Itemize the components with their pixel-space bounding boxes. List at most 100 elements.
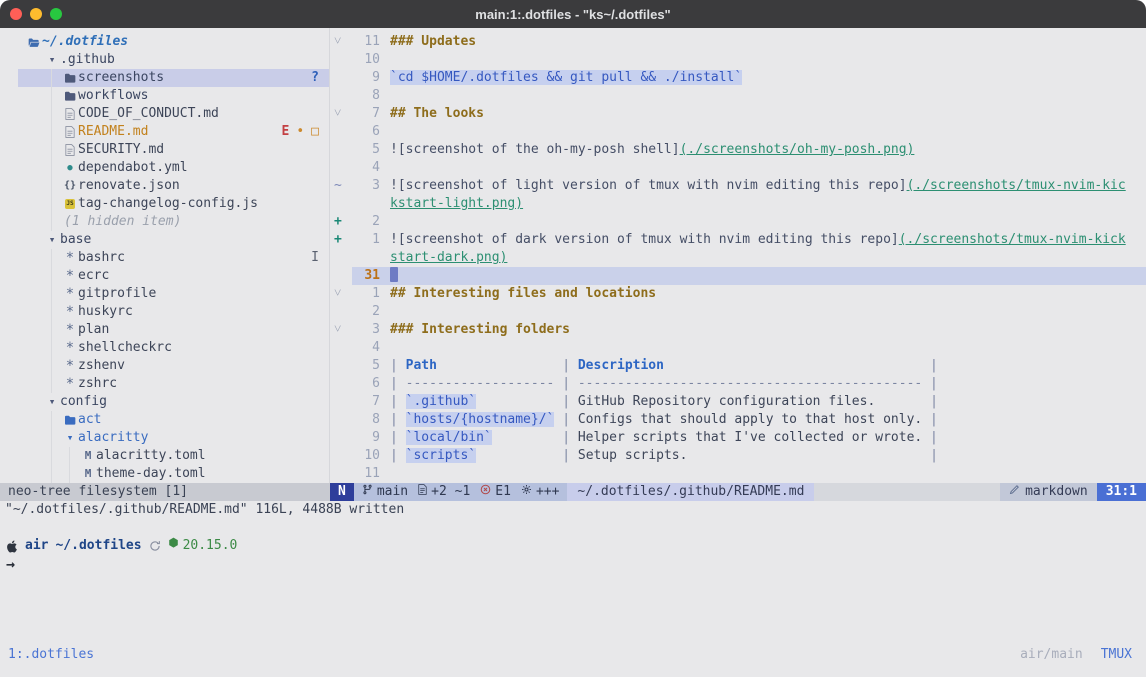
editor-line-4[interactable]: 4: [330, 159, 1146, 177]
sign-column: [330, 465, 352, 483]
line-number: 9: [352, 429, 380, 447]
editor-line-6[interactable]: 6: [330, 123, 1146, 141]
line-number: 3: [352, 321, 380, 339]
line-number: 11: [352, 33, 380, 51]
tree-item-alacritty-toml[interactable]: Malacritty.toml: [0, 447, 329, 465]
editor-line-3[interactable]: ˅3### Interesting folders: [330, 321, 1146, 339]
tree-item-zshenv[interactable]: *zshenv: [0, 357, 329, 375]
tree-item-theme-day-toml[interactable]: Mtheme-day.toml: [0, 465, 329, 483]
editor-line-11[interactable]: ˅11 ### Updates: [330, 33, 1146, 51]
tree-item-base[interactable]: ▾base: [0, 231, 329, 249]
tree-item-dotfiles[interactable]: ~/.dotfiles: [0, 33, 329, 51]
editor-line-9[interactable]: 9`cd $HOME/.dotfiles && git pull && ./in…: [330, 69, 1146, 87]
neo-tree-panel: ~/.dotfiles▾.githubscreenshots?workflows…: [0, 28, 330, 483]
editor-line-5[interactable]: 5| Path | Description |: [330, 357, 1146, 375]
editor-line-4[interactable]: 4: [330, 339, 1146, 357]
editor-line-6[interactable]: 6| ------------------- | ---------------…: [330, 375, 1146, 393]
tree-item-1-hidden-item[interactable]: (1 hidden item): [0, 213, 329, 231]
chevron-down-icon[interactable]: ▾: [46, 51, 58, 69]
tree-item-alacritty[interactable]: ▾alacritty: [0, 429, 329, 447]
statusline-left: main +2 ~1 E1 +++: [354, 483, 568, 501]
close-button[interactable]: [10, 8, 22, 20]
fold-open-icon[interactable]: ˅: [330, 285, 352, 303]
git-branch-icon: [362, 483, 373, 501]
prompt-host: air: [25, 537, 48, 555]
tree-item-label: base: [60, 231, 91, 249]
tree-item-plan[interactable]: *plan: [0, 321, 329, 339]
tree-item-label: .github: [60, 51, 115, 69]
editor-line-11[interactable]: 11: [330, 465, 1146, 483]
editor-line-2[interactable]: +2: [330, 213, 1146, 231]
tree-item-ecrc[interactable]: *ecrc: [0, 267, 329, 285]
sign-column: [330, 87, 352, 105]
editor-line-10[interactable]: 10: [330, 51, 1146, 69]
line-number: 3: [352, 177, 380, 195]
editor-line-8[interactable]: 8: [330, 87, 1146, 105]
tree-item-renovate-json[interactable]: {}renovate.json: [0, 177, 329, 195]
indent: [28, 357, 46, 375]
tree-item-github[interactable]: ▾.github: [0, 51, 329, 69]
chevron-down-icon[interactable]: ▾: [64, 429, 76, 447]
indent: [28, 123, 46, 141]
indent: [28, 393, 46, 411]
line-text: [390, 123, 1146, 141]
editor-line-9[interactable]: 9| `local/bin` | Helper scripts that I'v…: [330, 429, 1146, 447]
tree-item-bashrc[interactable]: *bashrcI: [0, 249, 329, 267]
git-status-badge: □: [311, 123, 319, 141]
editor-line-wrap[interactable]: start-dark.png): [330, 249, 1146, 267]
tree-item-workflows[interactable]: workflows: [0, 87, 329, 105]
line-number: 1: [352, 285, 380, 303]
editor-line-5[interactable]: 5![screenshot of the oh-my-posh shell](.…: [330, 141, 1146, 159]
tree-item-readme-md[interactable]: README.mdE•□: [0, 123, 329, 141]
apple-icon: [6, 540, 18, 553]
fold-open-icon[interactable]: ˅: [330, 33, 352, 51]
tree-item-tag-changelog-config-js[interactable]: JStag-changelog-config.js: [0, 195, 329, 213]
editor-line-2[interactable]: 2: [330, 303, 1146, 321]
line-number: 4: [352, 159, 380, 177]
indent-guide: [64, 447, 82, 465]
editor-line-1[interactable]: ˅1## Interesting files and locations: [330, 285, 1146, 303]
git-untracked-badge: ?: [311, 69, 319, 87]
line-number: 7: [352, 105, 380, 123]
fold-open-icon[interactable]: ˅: [330, 105, 352, 123]
tree-item-huskyrc[interactable]: *huskyrc: [0, 303, 329, 321]
chevron-down-icon[interactable]: ▾: [46, 231, 58, 249]
indent: [28, 465, 46, 483]
tree-item-shellcheckrc[interactable]: *shellcheckrc: [0, 339, 329, 357]
line-text: ### Updates: [390, 33, 1146, 51]
indent: [28, 87, 46, 105]
tree-item-gitprofile[interactable]: *gitprofile: [0, 285, 329, 303]
editor-line-wrap[interactable]: kstart-light.png): [330, 195, 1146, 213]
editor-line-1[interactable]: +1![screenshot of dark version of tmux w…: [330, 231, 1146, 249]
editor-line-10[interactable]: 10| `scripts` | Setup scripts. |: [330, 447, 1146, 465]
fullscreen-button[interactable]: [50, 8, 62, 20]
asterisk-file-icon: *: [64, 303, 76, 321]
minimize-button[interactable]: [30, 8, 42, 20]
editor-buffer[interactable]: ˅11### Updates109`cd $HOME/.dotfiles && …: [330, 28, 1146, 483]
tmux-window-tab[interactable]: 1:.dotfiles: [8, 646, 94, 664]
node-icon: [168, 537, 179, 555]
tree-item-screenshots[interactable]: screenshots?: [18, 69, 329, 87]
fold-open-icon[interactable]: ˅: [330, 321, 352, 339]
asterisk-file-icon: *: [64, 249, 76, 267]
tree-item-label: gitprofile: [78, 285, 156, 303]
sign-column: [330, 267, 352, 285]
tree-item-security-md[interactable]: SECURITY.md: [0, 141, 329, 159]
editor-line-8[interactable]: 8| `hosts/{hostname}/` | Configs that sh…: [330, 411, 1146, 429]
line-text: [390, 339, 1146, 357]
indent: [28, 159, 46, 177]
tree-item-label: act: [78, 411, 101, 429]
tree-item-dependabot-yml[interactable]: ●dependabot.yml: [0, 159, 329, 177]
indent: [28, 51, 46, 69]
tree-item-code-of-conduct-md[interactable]: CODE_OF_CONDUCT.md: [0, 105, 329, 123]
tree-item-act[interactable]: act: [0, 411, 329, 429]
editor-line-3[interactable]: ~3![screenshot of light version of tmux …: [330, 177, 1146, 195]
tree-item-zshrc[interactable]: *zshrc: [0, 375, 329, 393]
line-text: | Path | Description |: [390, 357, 1146, 375]
editor-line-7[interactable]: ˅7## The looks: [330, 105, 1146, 123]
editor-line-31[interactable]: 31: [330, 267, 1146, 285]
editor-line-7[interactable]: 7| `.github` | GitHub Repository configu…: [330, 393, 1146, 411]
cursor-position: 31:1: [1097, 483, 1146, 501]
chevron-down-icon[interactable]: ▾: [46, 393, 58, 411]
tree-item-config[interactable]: ▾config: [0, 393, 329, 411]
